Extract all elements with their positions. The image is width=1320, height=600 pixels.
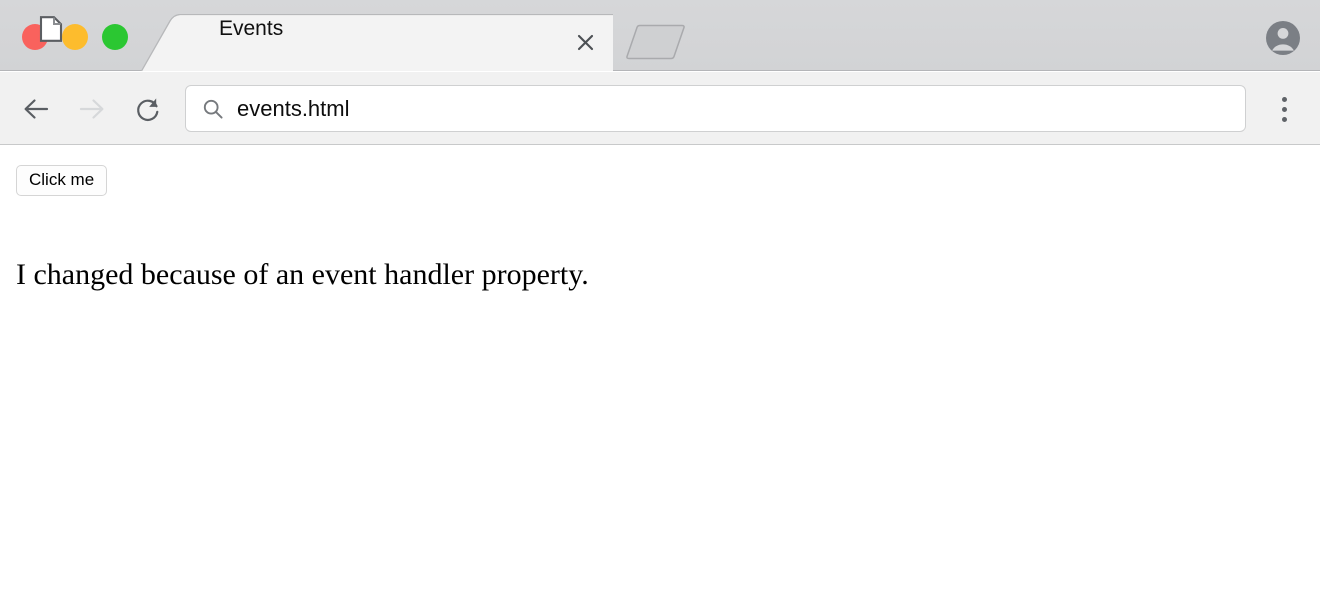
reload-icon[interactable] bbox=[128, 89, 168, 129]
tab-strip: Events bbox=[0, 0, 1320, 71]
new-tab-icon[interactable] bbox=[619, 24, 691, 60]
tab-title: Events bbox=[219, 17, 284, 40]
browser-window: Events events.html Click me I changed be… bbox=[0, 0, 1320, 600]
arrow-left-icon[interactable] bbox=[16, 89, 56, 129]
tab-events[interactable] bbox=[141, 14, 613, 71]
click-me-button[interactable]: Click me bbox=[16, 165, 108, 197]
menu-dot bbox=[1281, 106, 1287, 112]
menu-dot bbox=[1281, 96, 1287, 102]
maximize-window-button[interactable] bbox=[102, 24, 128, 50]
address-bar[interactable]: events.html bbox=[185, 85, 1246, 132]
search-icon bbox=[202, 98, 224, 120]
address-bar-value[interactable]: events.html bbox=[237, 96, 350, 122]
close-icon[interactable] bbox=[571, 28, 599, 56]
page-viewport: Click me I changed because of an event h… bbox=[0, 146, 1320, 600]
document-icon bbox=[39, 16, 63, 42]
arrow-right-icon bbox=[72, 89, 112, 129]
person-avatar-icon[interactable] bbox=[1265, 20, 1301, 56]
menu-dot bbox=[1281, 116, 1287, 122]
window-controls bbox=[22, 24, 128, 50]
event-result-paragraph: I changed because of an event handler pr… bbox=[16, 258, 589, 291]
minimize-window-button[interactable] bbox=[62, 24, 88, 50]
three-dot-menu-icon[interactable] bbox=[1266, 89, 1302, 129]
